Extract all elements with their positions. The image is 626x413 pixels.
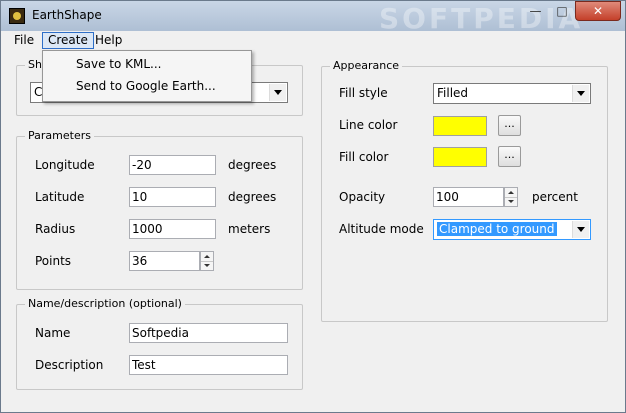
altitude-mode-label: Altitude mode <box>339 222 424 236</box>
latitude-input[interactable] <box>129 187 216 207</box>
fill-style-select[interactable]: Filled <box>433 83 591 104</box>
fill-style-value: Filled <box>437 86 469 100</box>
longitude-input[interactable] <box>129 155 216 175</box>
opacity-label: Opacity <box>339 190 386 204</box>
altitude-mode-value: Clamped to ground <box>437 222 557 236</box>
line-color-picker-button[interactable]: ... <box>498 115 521 136</box>
description-input[interactable] <box>129 355 288 375</box>
points-label: Points <box>35 254 72 268</box>
name-input[interactable] <box>129 323 288 343</box>
window-title: EarthShape <box>32 8 102 22</box>
radius-input[interactable] <box>129 219 216 239</box>
create-menu-dropdown: Save to KML... Send to Google Earth... <box>42 50 252 102</box>
menu-create[interactable]: Create <box>42 32 94 49</box>
radius-unit: meters <box>228 222 271 236</box>
menu-item-send-to-google-earth[interactable]: Send to Google Earth... <box>76 79 216 93</box>
opacity-spinner[interactable] <box>504 187 518 207</box>
radius-label: Radius <box>35 222 76 236</box>
latitude-label: Latitude <box>35 190 85 204</box>
minimize-button[interactable]: — <box>522 1 549 21</box>
name-description-group: Name/description (optional) <box>16 297 303 390</box>
chevron-down-icon[interactable] <box>572 85 589 102</box>
line-color-label: Line color <box>339 118 398 132</box>
line-color-swatch <box>433 116 487 136</box>
menu-help[interactable]: Help <box>90 32 127 49</box>
menu-bar: File Create Help <box>1 31 625 50</box>
menu-file[interactable]: File <box>9 32 39 49</box>
app-window: EarthShape SOFTPEDIA — □ ✕ File Create H… <box>0 0 626 413</box>
chevron-down-icon[interactable] <box>572 221 589 238</box>
points-spinner[interactable] <box>200 251 214 271</box>
name-description-group-title: Name/description (optional) <box>25 297 185 310</box>
chevron-down-icon[interactable] <box>269 84 286 101</box>
appearance-group-title: Appearance <box>330 59 403 72</box>
opacity-unit: percent <box>532 190 578 204</box>
altitude-mode-select[interactable]: Clamped to ground <box>433 219 591 240</box>
fill-color-label: Fill color <box>339 150 389 164</box>
earth-app-icon[interactable] <box>9 8 25 24</box>
latitude-unit: degrees <box>228 190 277 204</box>
close-button[interactable]: ✕ <box>575 1 621 21</box>
fill-style-label: Fill style <box>339 86 388 100</box>
description-label: Description <box>35 358 104 372</box>
fill-color-swatch <box>433 147 487 167</box>
longitude-unit: degrees <box>228 158 277 172</box>
longitude-label: Longitude <box>35 158 95 172</box>
points-input[interactable] <box>129 251 200 271</box>
maximize-button[interactable]: □ <box>549 1 575 21</box>
opacity-input[interactable] <box>433 187 504 207</box>
parameters-group-title: Parameters <box>25 129 94 142</box>
title-bar[interactable]: EarthShape SOFTPEDIA — □ ✕ <box>1 1 625 35</box>
menu-item-save-to-kml[interactable]: Save to KML... <box>76 57 161 71</box>
fill-color-picker-button[interactable]: ... <box>498 146 521 167</box>
name-label: Name <box>35 326 71 340</box>
